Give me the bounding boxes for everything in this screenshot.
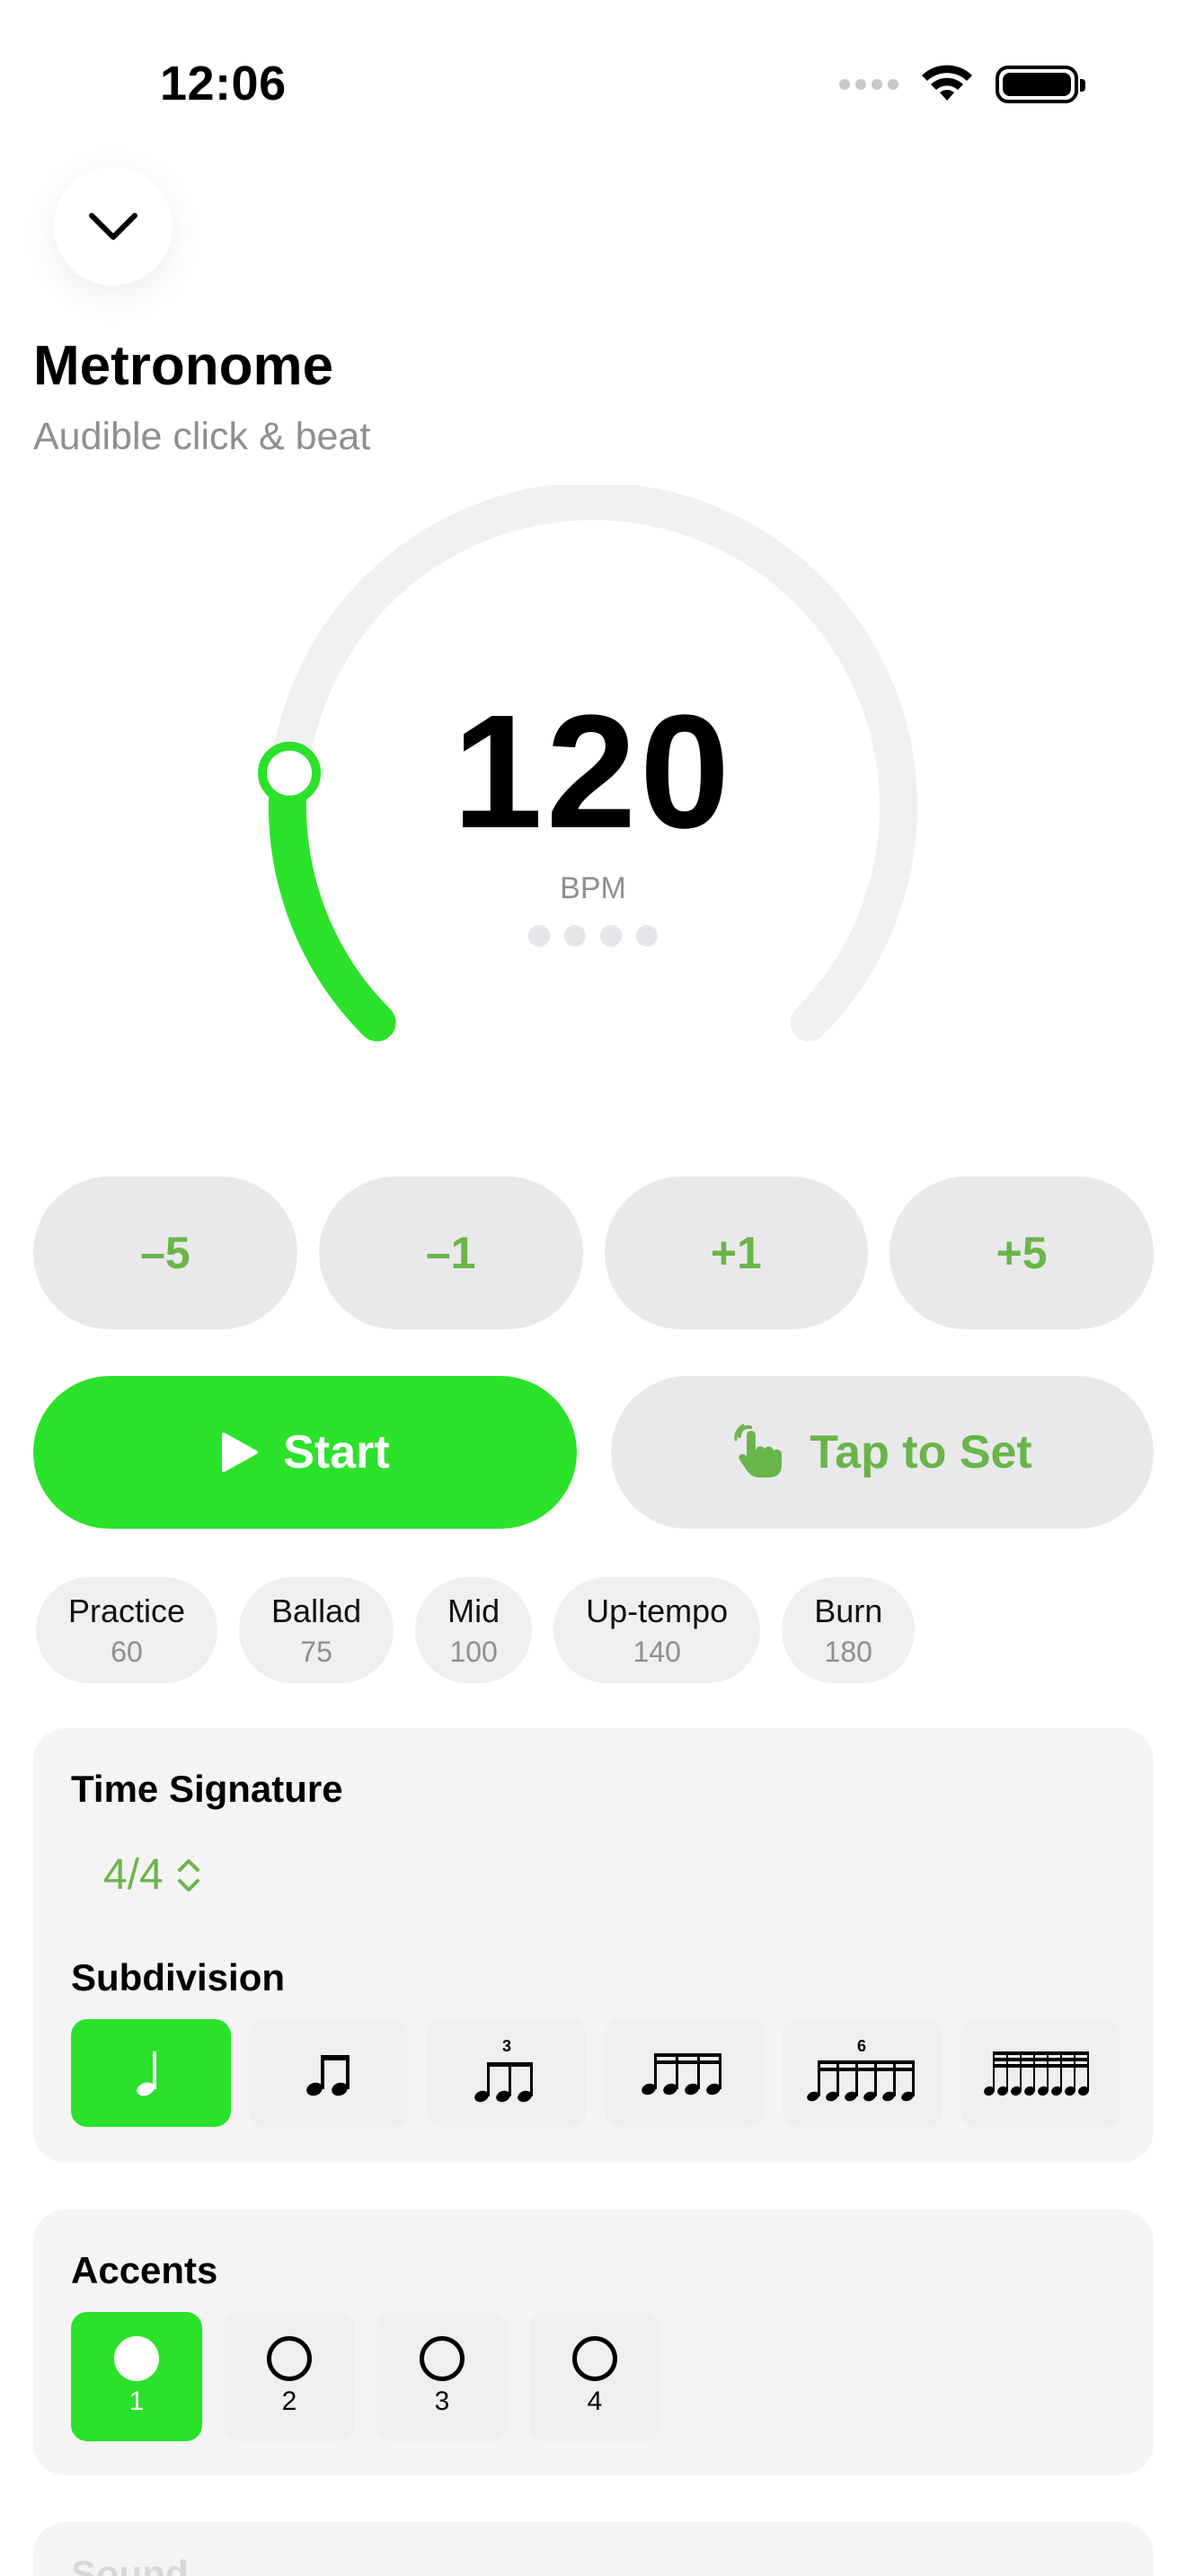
preset-value: 180 bbox=[824, 1635, 872, 1668]
start-button[interactable]: Start bbox=[33, 1376, 577, 1529]
sextuplet-notes-icon: 6 bbox=[807, 2039, 915, 2102]
sextuplet-mark: 6 bbox=[857, 2039, 866, 2055]
page-subtitle: Audible click & beat bbox=[33, 415, 371, 458]
time-signature-card: Time Signature 4/4 Subdivision 3 6 bbox=[33, 1728, 1154, 2163]
preset-value: 75 bbox=[300, 1635, 332, 1668]
beat-dot bbox=[528, 925, 550, 947]
accent-beat-number: 3 bbox=[434, 2386, 450, 2416]
triplet-notes-icon: 3 bbox=[474, 2039, 533, 2103]
preset-value: 140 bbox=[633, 1635, 681, 1668]
subdivision-sextuplet[interactable]: 6 bbox=[783, 2019, 943, 2127]
cellular-signal-icon bbox=[839, 79, 898, 90]
sound-heading: Sound bbox=[71, 2553, 189, 2576]
accent-beat-4[interactable]: 4 bbox=[529, 2312, 660, 2441]
accent-circle-icon bbox=[267, 2336, 312, 2381]
battery-icon bbox=[996, 66, 1085, 103]
accent-beat-number: 1 bbox=[128, 2386, 145, 2416]
wifi-icon bbox=[922, 65, 972, 101]
tap-to-set-button[interactable]: Tap to Set bbox=[611, 1376, 1154, 1529]
accent-beat-3[interactable]: 3 bbox=[376, 2312, 508, 2441]
sound-card: Sound bbox=[33, 2522, 1154, 2576]
quarter-note-icon bbox=[137, 2051, 156, 2096]
preset-name: Mid bbox=[447, 1592, 500, 1629]
preset-practice[interactable]: Practice 60 bbox=[36, 1577, 218, 1683]
main-actions: Start Tap to Set bbox=[33, 1376, 1154, 1529]
preset-name: Burn bbox=[814, 1592, 883, 1629]
accents-card: Accents 1 2 3 4 bbox=[33, 2210, 1154, 2475]
beat-indicator bbox=[0, 925, 1186, 947]
preset-name: Practice bbox=[68, 1592, 186, 1629]
tempo-presets: Practice 60 Ballad 75 Mid 100 Up-tempo 1… bbox=[36, 1577, 916, 1683]
accent-beat-number: 4 bbox=[587, 2386, 603, 2416]
preset-ballad[interactable]: Ballad 75 bbox=[239, 1577, 394, 1683]
preset-burn[interactable]: Burn 180 bbox=[782, 1577, 916, 1683]
chevron-down-icon bbox=[89, 213, 137, 240]
beat-dot bbox=[636, 925, 658, 947]
plus-1-button[interactable]: +1 bbox=[604, 1177, 869, 1329]
preset-value: 100 bbox=[449, 1635, 498, 1668]
chevron-up-down-icon bbox=[177, 1858, 199, 1892]
minus-5-button[interactable]: –5 bbox=[33, 1177, 297, 1329]
tap-to-set-label: Tap to Set bbox=[810, 1426, 1032, 1478]
page-title: Metronome bbox=[33, 335, 334, 397]
time-signature-value: 4/4 bbox=[103, 1851, 164, 1899]
minus-1-button[interactable]: –1 bbox=[318, 1177, 583, 1329]
triplet-mark: 3 bbox=[502, 2039, 511, 2055]
accent-beat-number: 2 bbox=[281, 2386, 297, 2416]
preset-name: Ballad bbox=[271, 1592, 362, 1629]
accent-beat-1[interactable]: 1 bbox=[71, 2312, 202, 2441]
status-time: 12:06 bbox=[160, 57, 287, 110]
tempo-step-buttons: –5 –1 +1 +5 bbox=[33, 1177, 1154, 1329]
subdivision-sixteenth[interactable] bbox=[605, 2019, 765, 2127]
beat-dot bbox=[600, 925, 622, 947]
preset-up-tempo[interactable]: Up-tempo 140 bbox=[553, 1577, 761, 1683]
play-icon bbox=[222, 1433, 259, 1472]
tap-hand-icon bbox=[734, 1424, 783, 1478]
sixteenth-notes-icon bbox=[642, 2053, 721, 2095]
time-signature-heading: Time Signature bbox=[71, 1768, 343, 1810]
accent-circle-icon bbox=[420, 2336, 465, 2381]
subdivision-heading: Subdivision bbox=[71, 1956, 286, 1998]
preset-mid[interactable]: Mid 100 bbox=[415, 1577, 533, 1683]
subdivision-options: 3 6 bbox=[71, 2019, 1120, 2127]
accent-circle-icon bbox=[572, 2336, 617, 2381]
eighth-notes-icon bbox=[306, 2055, 350, 2096]
accents-heading: Accents bbox=[71, 2249, 218, 2291]
plus-5-button[interactable]: +5 bbox=[890, 1177, 1154, 1329]
status-bar: 12:06 bbox=[0, 0, 1186, 162]
accent-beat-2[interactable]: 2 bbox=[224, 2312, 355, 2441]
thirty-second-notes-icon bbox=[984, 2051, 1089, 2096]
accent-circle-icon bbox=[114, 2336, 159, 2381]
preset-value: 60 bbox=[111, 1635, 143, 1668]
bpm-value: 120 bbox=[452, 682, 734, 862]
bpm-label: BPM bbox=[560, 871, 626, 905]
accent-beats: 1 2 3 4 bbox=[71, 2312, 660, 2441]
subdivision-eighth[interactable] bbox=[249, 2019, 409, 2127]
subdivision-thirty-second[interactable] bbox=[960, 2019, 1120, 2127]
preset-name: Up-tempo bbox=[586, 1592, 729, 1629]
status-icons bbox=[839, 65, 1085, 104]
dismiss-button[interactable] bbox=[54, 167, 173, 286]
subdivision-quarter[interactable] bbox=[71, 2019, 231, 2127]
time-signature-picker[interactable]: 4/4 bbox=[103, 1850, 201, 1900]
start-label: Start bbox=[283, 1426, 390, 1478]
beat-dot bbox=[564, 925, 586, 947]
subdivision-triplet[interactable]: 3 bbox=[427, 2019, 587, 2127]
